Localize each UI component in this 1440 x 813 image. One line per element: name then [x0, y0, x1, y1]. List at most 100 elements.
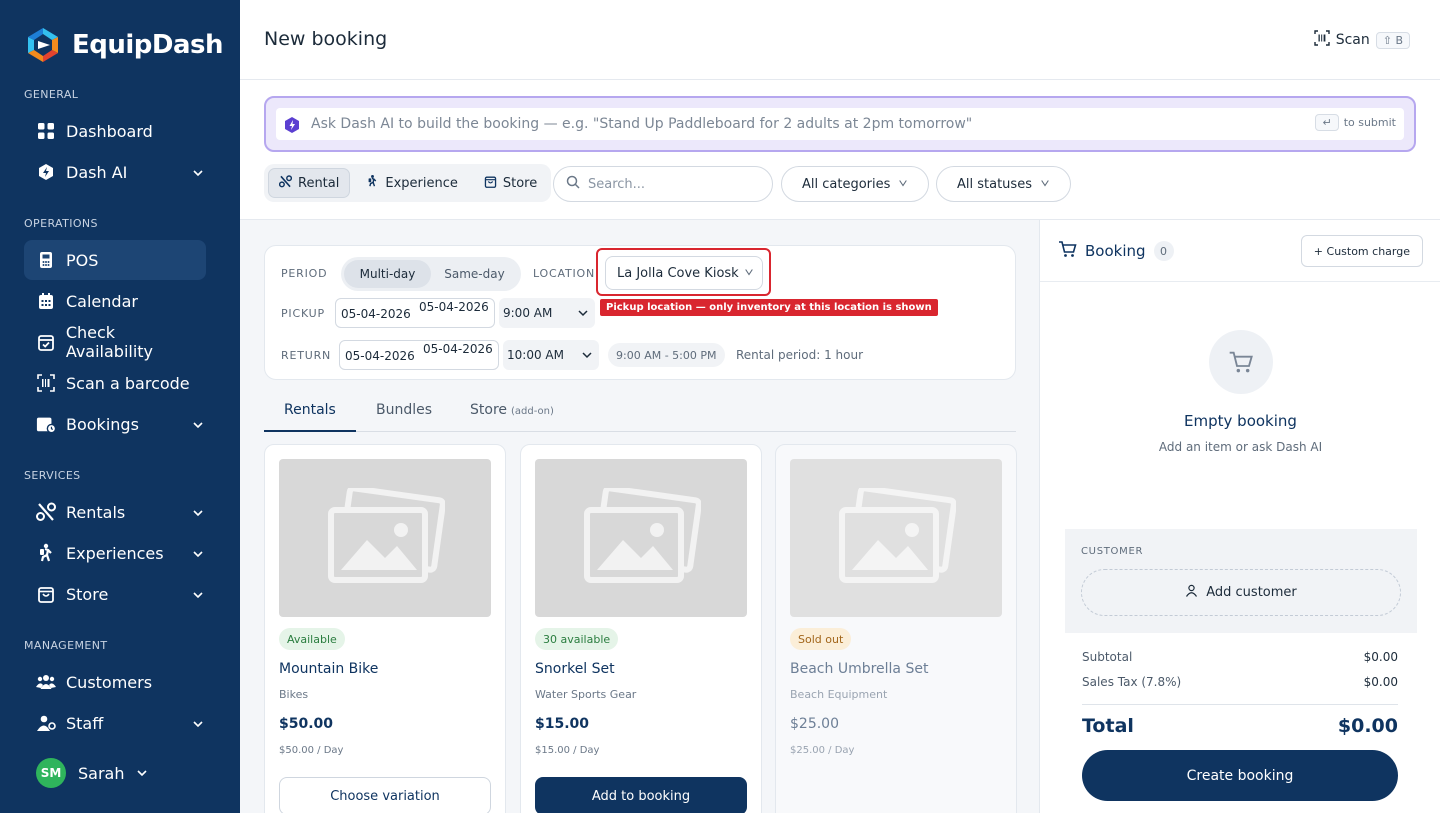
- rental-period-card: PERIOD Multi-day Same-day LOCATION La Jo…: [264, 245, 1016, 380]
- users-icon: [36, 672, 56, 692]
- tab-label: Rental: [298, 175, 340, 191]
- sidebar-item-label: Calendar: [66, 291, 138, 311]
- avatar: SM: [36, 758, 66, 788]
- hiker-icon: [36, 543, 56, 563]
- sidebar-item-label: Scan a barcode: [66, 373, 190, 393]
- product-category: Beach Equipment: [790, 688, 888, 701]
- ai-prompt-placeholder: Ask Dash AI to build the booking — e.g. …: [311, 116, 973, 132]
- catalog-tabs: Rentals Bundles Store (add-on): [264, 390, 1016, 432]
- chevron-down-icon: [577, 307, 589, 322]
- custom-charge-button[interactable]: + Custom charge: [1300, 235, 1423, 267]
- sidebar-item-pos[interactable]: POS: [24, 240, 206, 280]
- create-booking-button[interactable]: Create booking: [1082, 750, 1398, 801]
- sidebar-item-dash-ai[interactable]: Dash AI: [24, 152, 206, 192]
- search-placeholder: Search...: [588, 176, 646, 192]
- product-card[interactable]: 30 available Snorkel Set Water Sports Ge…: [520, 444, 762, 813]
- opening-hours-chip: 9:00 AM - 5:00 PM: [608, 343, 725, 367]
- sidebar-item-scan-barcode[interactable]: Scan a barcode: [24, 363, 206, 403]
- product-price: $15.00: [535, 716, 590, 732]
- section-title-operations: OPERATIONS: [24, 217, 98, 230]
- customer-section: CUSTOMER Add customer: [1065, 529, 1417, 633]
- scan-button[interactable]: Scan ⇧ B: [1313, 30, 1410, 50]
- tab-experience[interactable]: Experience: [356, 168, 468, 198]
- pickup-time-value: 9:00 AM: [503, 306, 553, 320]
- return-date-overlay: 05-04-2026: [423, 342, 493, 356]
- subtotal-row: Subtotal $0.00: [1082, 650, 1398, 664]
- multi-day-option[interactable]: Multi-day: [344, 260, 431, 288]
- tab-rental[interactable]: Rental: [268, 168, 351, 198]
- total-label: Total: [1082, 715, 1134, 737]
- pickup-date-input[interactable]: 05-04-2026 05-04-2026: [335, 298, 495, 328]
- chevron-down-icon: [136, 764, 148, 783]
- sidebar-item-check-availability[interactable]: Check Availability: [24, 322, 206, 362]
- sidebar-item-label: Check Availability: [65, 323, 154, 361]
- image-placeholder-icon: [790, 459, 1002, 617]
- pickup-date-overlay: 05-04-2026: [419, 300, 489, 314]
- tab-store-addon[interactable]: Store (add-on): [470, 402, 554, 418]
- user-icon: [1185, 584, 1198, 601]
- tab-label: Store: [470, 402, 508, 418]
- period-mode-toggle: Multi-day Same-day: [341, 257, 521, 291]
- section-title-services: SERVICES: [24, 469, 81, 482]
- tab-store[interactable]: Store: [474, 168, 547, 198]
- bookings-icon: [36, 414, 56, 434]
- tab-rentals[interactable]: Rentals: [284, 402, 336, 418]
- sidebar-item-label: Experiences: [66, 543, 164, 563]
- sidebar-item-store[interactable]: Store: [24, 574, 206, 614]
- tab-label: Experience: [385, 175, 458, 191]
- tab-bundles[interactable]: Bundles: [376, 402, 432, 418]
- sidebar-item-calendar[interactable]: Calendar: [24, 281, 206, 321]
- chevron-down-icon: [1040, 177, 1050, 192]
- sidebar-item-staff[interactable]: Staff: [24, 703, 206, 743]
- chevron-down-icon: [192, 164, 204, 183]
- statuses-dropdown[interactable]: All statuses: [936, 166, 1071, 202]
- empty-booking-title: Empty booking: [1184, 412, 1297, 430]
- image-placeholder-icon: [279, 459, 491, 617]
- add-to-booking-button[interactable]: Add to booking: [535, 777, 747, 813]
- product-category: Water Sports Gear: [535, 688, 637, 701]
- sidebar-item-customers[interactable]: Customers: [24, 662, 206, 702]
- product-rate: $25.00 / Day: [790, 745, 855, 756]
- booking-title: Booking 0: [1058, 240, 1174, 262]
- calendar-icon: [36, 291, 56, 311]
- addon-note: (add-on): [511, 406, 554, 417]
- pickup-time-select[interactable]: 9:00 AM: [499, 298, 595, 328]
- return-time-select[interactable]: 10:00 AM: [503, 340, 599, 370]
- shopping-bag-icon: [484, 175, 497, 192]
- location-tooltip: Pickup location — only inventory at this…: [600, 299, 938, 316]
- user-menu[interactable]: SM Sarah: [36, 758, 148, 788]
- product-rate: $50.00 / Day: [279, 745, 344, 756]
- search-icon: [566, 175, 580, 193]
- add-customer-button[interactable]: Add customer: [1081, 569, 1401, 616]
- empty-cart-icon: [1209, 330, 1273, 394]
- sidebar-item-dashboard[interactable]: Dashboard: [24, 111, 206, 151]
- cart-icon: [1058, 240, 1077, 262]
- same-day-option[interactable]: Same-day: [431, 260, 518, 288]
- tax-label: Sales Tax (7.8%): [1082, 675, 1182, 689]
- categories-dropdown[interactable]: All categories: [781, 166, 930, 202]
- brand[interactable]: EquipDash: [24, 26, 224, 64]
- status-badge: Available: [279, 628, 345, 650]
- product-name: Mountain Bike: [279, 661, 379, 677]
- return-date-value: 05-04-2026: [345, 349, 415, 363]
- product-name: Snorkel Set: [535, 661, 615, 677]
- sidebar-item-experiences[interactable]: Experiences: [24, 533, 206, 573]
- product-price: $25.00: [790, 716, 839, 732]
- return-time-value: 10:00 AM: [507, 348, 564, 362]
- add-customer-label: Add customer: [1206, 585, 1297, 600]
- sidebar-item-bookings[interactable]: Bookings: [24, 404, 206, 444]
- ai-prompt-input[interactable]: Ask Dash AI to build the booking — e.g. …: [276, 108, 1404, 140]
- scan-label: Scan: [1335, 32, 1370, 48]
- return-date-input[interactable]: 05-04-2026 05-04-2026: [339, 340, 499, 370]
- search-input[interactable]: Search...: [553, 166, 773, 202]
- choose-variation-button[interactable]: Choose variation: [279, 777, 491, 813]
- tab-label: Store: [502, 175, 538, 191]
- product-card[interactable]: Sold out Beach Umbrella Set Beach Equipm…: [775, 444, 1017, 813]
- equipdash-logo-icon: [28, 28, 58, 62]
- booking-title-text: Booking: [1085, 242, 1146, 260]
- empty-booking-subtitle: Add an item or ask Dash AI: [1158, 440, 1323, 454]
- product-card[interactable]: Available Mountain Bike Bikes $50.00 $50…: [264, 444, 506, 813]
- top-header: New booking Scan ⇧ B: [240, 0, 1440, 80]
- statuses-value: All statuses: [957, 176, 1032, 192]
- sidebar-item-rentals[interactable]: Rentals: [24, 492, 206, 532]
